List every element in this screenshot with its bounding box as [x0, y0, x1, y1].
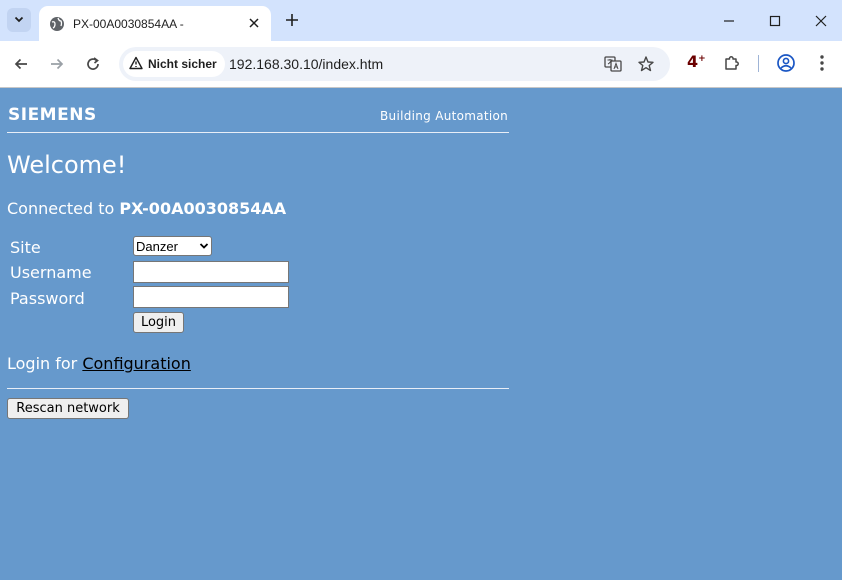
header-tagline: Building Automation — [380, 109, 509, 123]
forward-button[interactable] — [45, 52, 69, 76]
url-text[interactable]: 192.168.30.10/index.htm — [229, 56, 383, 72]
siemens-logo: SIEMENS — [8, 105, 97, 125]
browser-toolbar: Nicht sicher 192.168.30.10/index.htm — [0, 41, 842, 88]
star-icon[interactable] — [636, 54, 656, 74]
arrow-right-icon — [51, 58, 64, 70]
page-content: SIEMENS Building Automation Welcome! Con… — [0, 88, 842, 580]
login-button[interactable]: Login — [133, 312, 184, 333]
tab-title: PX-00A0030854AA - — [73, 16, 184, 31]
browser-tab-active[interactable]: PX-00A0030854AA - — [39, 6, 271, 41]
reload-icon — [87, 57, 99, 70]
login-for-text: Login for Configuration — [7, 354, 191, 373]
password-input[interactable] — [133, 286, 289, 308]
chevron-down-icon — [197, 242, 211, 250]
account-icon — [777, 54, 795, 72]
profile-button[interactable] — [775, 52, 797, 74]
puzzle-icon — [725, 56, 739, 70]
kebab-menu-icon — [820, 55, 824, 71]
device-name: PX-00A0030854AA — [119, 199, 287, 218]
security-label: Nicht sicher — [148, 57, 217, 71]
site-label: Site — [10, 238, 41, 257]
rescan-network-button[interactable]: Rescan network — [7, 398, 129, 419]
site-selected-value: Danzer — [136, 238, 178, 254]
page-title: Welcome! — [7, 151, 127, 179]
header-divider — [7, 132, 509, 133]
extension-badge[interactable]: 4+ — [687, 52, 706, 71]
arrow-left-icon — [14, 58, 27, 70]
plus-icon — [286, 14, 298, 26]
new-tab-button[interactable] — [281, 9, 303, 31]
connection-status: Connected to PX-00A0030854AA — [7, 199, 287, 218]
security-chip[interactable]: Nicht sicher — [123, 51, 225, 77]
maximize-button[interactable] — [764, 10, 786, 32]
back-button[interactable] — [9, 52, 33, 76]
tab-close-button[interactable] — [245, 14, 263, 32]
site-select[interactable]: Danzer — [133, 236, 212, 256]
minimize-icon — [724, 20, 734, 22]
reload-button[interactable] — [81, 52, 105, 76]
chevron-down-icon — [13, 13, 25, 28]
tab-search-button[interactable] — [7, 8, 31, 32]
globe-icon — [49, 16, 65, 32]
menu-button[interactable] — [811, 52, 833, 74]
configuration-link[interactable]: Configuration — [82, 354, 191, 373]
minimize-button[interactable] — [718, 10, 740, 32]
translate-icon[interactable] — [603, 54, 623, 74]
maximize-icon — [769, 15, 781, 27]
username-input[interactable] — [133, 261, 289, 283]
browser-tab-bar: PX-00A0030854AA - — [0, 0, 842, 41]
extensions-button[interactable] — [721, 52, 743, 74]
password-label: Password — [10, 289, 85, 308]
toolbar-separator — [758, 55, 759, 72]
close-icon — [815, 15, 827, 27]
close-window-button[interactable] — [810, 10, 832, 32]
username-label: Username — [10, 263, 92, 282]
footer-divider — [7, 388, 509, 389]
address-bar[interactable]: Nicht sicher 192.168.30.10/index.htm — [119, 47, 670, 81]
warning-icon — [129, 55, 143, 74]
